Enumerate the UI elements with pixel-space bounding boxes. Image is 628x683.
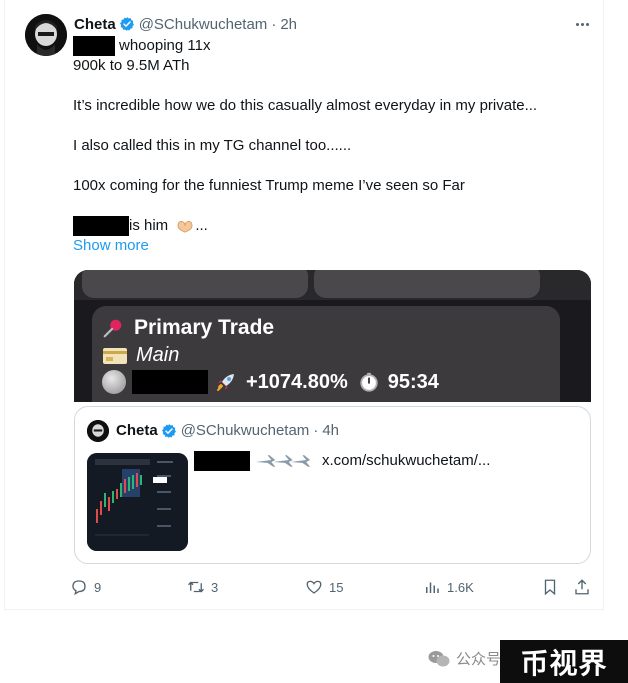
- like-button[interactable]: 15: [305, 576, 343, 598]
- wechat-icon: [428, 650, 450, 666]
- action-bar: 9 3 15 1.6K: [5, 576, 605, 598]
- quoted-time[interactable]: 4h: [322, 422, 339, 439]
- verified-badge-icon: [119, 17, 134, 31]
- like-icon: [306, 580, 322, 594]
- author-name[interactable]: Cheta: [74, 16, 116, 33]
- media-image[interactable]: Primary Trade Main +1074.80% 95:34: [74, 270, 591, 402]
- quoted-link[interactable]: x.com/schukwuchetam/...: [322, 451, 490, 471]
- quoted-tweet[interactable]: Cheta @SChukwuchetam · 4h x.com/schukwuc…: [74, 406, 591, 564]
- coin-icon: [102, 370, 126, 394]
- trade-subtitle: Main: [136, 344, 180, 366]
- rocket-icon: [217, 374, 234, 391]
- like-count: 15: [329, 579, 344, 595]
- show-more-link[interactable]: Show more: [73, 236, 149, 256]
- bookmark-button[interactable]: [541, 576, 565, 598]
- heart-hands-icon: [177, 221, 193, 233]
- reply-count: 9: [94, 579, 102, 595]
- pin-icon: [103, 319, 122, 338]
- share-button[interactable]: [573, 576, 597, 598]
- airplane-icon: [255, 455, 311, 467]
- quoted-author-handle[interactable]: @SChukwuchetam: [181, 422, 310, 439]
- card-icon: [103, 347, 127, 364]
- tweet-card[interactable]: Cheta @SChukwuchetam · 2h whooping 11x 9…: [4, 0, 604, 610]
- author-avatar[interactable]: [25, 14, 67, 56]
- reply-icon: [72, 580, 86, 596]
- quoted-author-name[interactable]: Cheta: [116, 422, 158, 439]
- tweet-line-suffix: ...: [195, 217, 208, 234]
- quoted-header: Cheta @SChukwuchetam · 4h: [116, 422, 339, 439]
- quoted-chart-thumbnail[interactable]: [87, 453, 188, 551]
- trade-title: Primary Trade: [134, 316, 275, 339]
- retweet-count: 3: [211, 579, 219, 595]
- quoted-author-avatar[interactable]: [87, 420, 109, 442]
- redacted-block: [73, 216, 129, 237]
- header-separator: ·: [271, 15, 277, 33]
- reply-button[interactable]: 9: [70, 576, 101, 598]
- more-icon[interactable]: [571, 14, 593, 34]
- stopwatch-icon: [360, 372, 378, 392]
- trade-timer: 95:34: [387, 370, 439, 393]
- redacted-block: [194, 451, 250, 471]
- verified-badge-icon: [161, 423, 176, 438]
- bookmark-icon: [544, 579, 556, 596]
- tweet-line-4: I also called this in my TG channel too.…: [73, 137, 352, 154]
- retweet-button[interactable]: 3: [187, 576, 218, 598]
- retweet-icon: [188, 581, 204, 593]
- tweet-time[interactable]: 2h: [280, 16, 297, 33]
- tweet-line-1: whooping 11x: [119, 37, 211, 54]
- tweet-header: Cheta @SChukwuchetam · 2h: [74, 14, 297, 34]
- views-icon: [426, 582, 439, 593]
- views-button[interactable]: 1.6K: [423, 576, 474, 598]
- share-icon: [575, 579, 589, 595]
- redacted-block: [132, 370, 208, 394]
- tweet-line-3: It’s incredible how we do this casually …: [73, 97, 538, 114]
- brand-logo: 币视界: [500, 640, 628, 683]
- tweet-line-2: 900k to 9.5M ATh: [73, 57, 190, 74]
- views-count: 1.6K: [447, 579, 474, 595]
- media-topbar: [74, 270, 591, 300]
- tweet-line-6: is him: [129, 217, 169, 234]
- watermark: 公众号: [428, 648, 501, 669]
- tweet-line-5: 100x coming for the funniest Trump meme …: [73, 177, 465, 194]
- redacted-block: [73, 36, 115, 57]
- watermark-text: 公众号: [456, 651, 502, 668]
- quoted-separator: ·: [313, 422, 319, 439]
- trade-gain: +1074.80%: [246, 370, 348, 393]
- author-handle[interactable]: @SChukwuchetam: [139, 16, 268, 33]
